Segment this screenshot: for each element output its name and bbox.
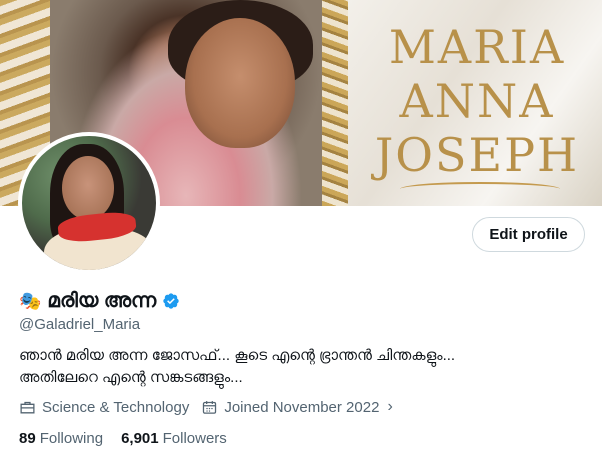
avatar-face [62, 156, 114, 220]
portrait-face [185, 18, 295, 148]
followers-link[interactable]: 6,901 Followers [121, 430, 227, 447]
follow-stats: 89 Following 6,901 Followers [19, 430, 245, 447]
joined-item[interactable]: Joined November 2022 › [201, 398, 393, 416]
bio: ഞാൻ മരിയ അന്ന ജോസഫ്... കൂടെ എന്റെ ഭ്രാന്… [19, 345, 589, 389]
bio-line: അതിലേറെ എന്റെ സങ്കടങ്ങളും... [19, 369, 243, 386]
handle: @Galadriel_Maria [19, 316, 141, 333]
followers-label: Followers [162, 430, 227, 447]
theater-masks-icon: 🎭 [19, 291, 42, 311]
followers-count: 6,901 [121, 430, 159, 447]
category-label: Science & Technology [42, 398, 190, 416]
banner-title-line: ANNA [399, 74, 555, 128]
banner-title: MARIA ANNA JOSEPH [362, 20, 592, 182]
avatar[interactable] [18, 132, 160, 274]
following-count: 89 [19, 430, 36, 447]
bio-line: ഞാൻ മരിയ അന്ന ജോസഫ്... കൂടെ എന്റെ ഭ്രാന്… [19, 347, 456, 364]
following-label: Following [39, 430, 104, 447]
display-name: മരിയ അന്ന [47, 289, 157, 312]
edit-profile-button[interactable]: Edit profile [472, 217, 585, 252]
name-row: 🎭 മരിയ അന്ന [19, 289, 180, 313]
following-link[interactable]: 89 Following [19, 430, 103, 447]
banner-ornament-mid [322, 0, 348, 206]
profile-meta: Science & Technology Joined November 202… [19, 398, 405, 416]
joined-label: Joined November 2022 [224, 398, 380, 416]
category-item: Science & Technology [19, 399, 189, 416]
briefcase-icon [20, 401, 35, 413]
banner-flourish [400, 182, 560, 196]
chevron-right-icon[interactable]: › [387, 398, 392, 416]
banner-title-line: JOSEPH [374, 128, 580, 182]
verified-badge-icon[interactable] [162, 292, 180, 310]
calendar-icon [203, 400, 217, 414]
banner-title-line: MARIA [388, 20, 566, 74]
